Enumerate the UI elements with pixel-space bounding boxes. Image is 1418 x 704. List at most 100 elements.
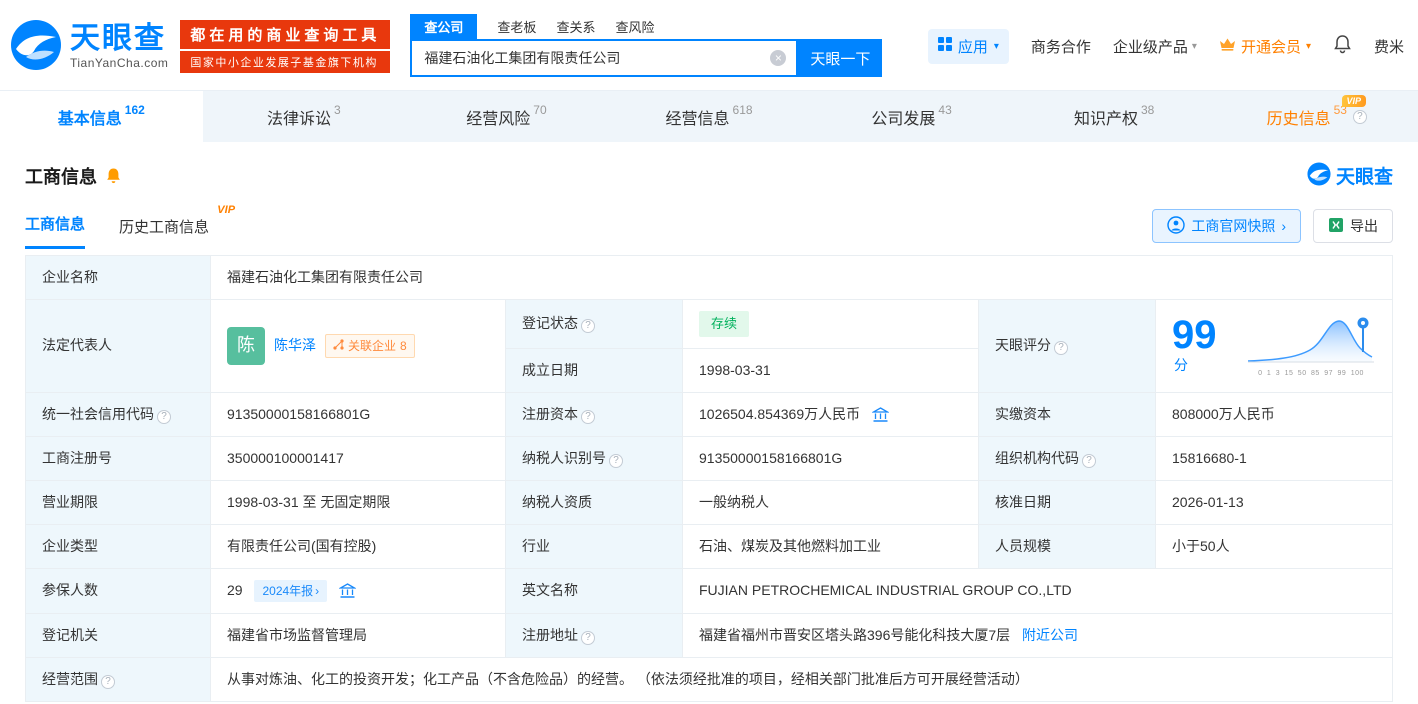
score-value: 99分: [1172, 313, 1217, 374]
search-tab-boss[interactable]: 查老板: [497, 14, 536, 39]
caret-down-icon: ▾: [1191, 40, 1197, 52]
score-cell: 99分 0 1 3 15 50 85 97 99 100: [1155, 299, 1393, 393]
tab-basic-info[interactable]: 基本信息 162: [0, 91, 203, 142]
tab-label: 法律诉讼: [267, 110, 332, 128]
help-icon[interactable]: ?: [101, 674, 115, 689]
tab-operation-info[interactable]: 经营信息 618: [608, 91, 811, 142]
reg-address-value: 福建省福州市晋安区塔头路396号能化科技大厦7层: [699, 626, 1011, 643]
tab-label: 公司发展: [871, 110, 936, 128]
search-tab-relation[interactable]: 查关系: [556, 14, 595, 39]
nav-cooperation[interactable]: 商务合作: [1031, 36, 1091, 57]
brand-watermark: 天眼查: [1307, 162, 1393, 189]
field-label: 企业类型: [25, 523, 211, 569]
business-term-value: 1998-03-31 至 无固定期限: [210, 479, 506, 525]
tab-intellectual-property[interactable]: 知识产权 38: [1013, 91, 1216, 142]
help-icon[interactable]: ?: [581, 630, 595, 645]
subtab-history-business-info[interactable]: VIP 历史工商信息: [119, 204, 235, 249]
tab-count: 3: [334, 103, 341, 117]
field-label: 注册资本?: [505, 391, 683, 437]
table-row: 经营范围? 从事对炼油、化工的投资开发；化工产品（不含危险品）的经营。 （依法须…: [25, 656, 1393, 702]
business-info-table: 企业名称 福建石油化工集团有限责任公司 法定代表人 陈 陈华泽 关联企业 8 登…: [25, 255, 1393, 702]
nearby-companies-link[interactable]: 附近公司: [1022, 627, 1078, 643]
help-icon[interactable]: ?: [581, 409, 595, 424]
apps-menu[interactable]: 应用 ▾: [927, 28, 1009, 64]
subtab-label: 工商信息: [25, 216, 86, 233]
legal-rep-cell: 陈 陈华泽 关联企业 8: [210, 299, 506, 393]
notification-bell-icon[interactable]: [1333, 34, 1352, 58]
logo-subtitle: TianYanCha.com: [70, 55, 169, 70]
bank-icon[interactable]: [872, 407, 889, 423]
search-input[interactable]: [422, 49, 771, 67]
reg-authority-value: 福建省市场监督管理局: [210, 612, 506, 658]
subtab-business-info[interactable]: 工商信息: [25, 213, 86, 249]
header-nav: 应用 ▾ 商务合作 企业级产品 ▾ 开通会员 ▾ 费米: [927, 28, 1404, 64]
insured-count-cell: 29 2024年报 ›: [210, 567, 506, 614]
help-icon[interactable]: ?: [1082, 453, 1096, 468]
tab-legal-litigation[interactable]: 法律诉讼 3: [203, 91, 406, 142]
business-scope-value: 从事对炼油、化工的投资开发；化工产品（不含危险品）的经营。 （依法须经批准的项目…: [210, 656, 1393, 702]
header: 天眼查 TianYanCha.com 都在用的商业查询工具 国家中小企业发展子基…: [0, 0, 1418, 90]
monitor-bell-icon[interactable]: [105, 167, 122, 185]
tab-history-info[interactable]: VIP 历史信息 53 ?: [1215, 91, 1418, 142]
export-label: 导出: [1350, 218, 1378, 234]
link-nodes-icon: [333, 337, 344, 355]
search-box: ×: [410, 39, 799, 77]
paid-capital-value: 808000万人民币: [1155, 391, 1393, 437]
cooperation-label: 商务合作: [1030, 38, 1091, 56]
tab-label: 经营风险: [466, 110, 531, 128]
legal-rep-link[interactable]: 陈华泽: [274, 335, 316, 356]
credit-code-value: 91350000158166801G: [210, 391, 506, 437]
help-icon[interactable]: ?: [609, 453, 623, 468]
field-label: 组织机构代码?: [978, 435, 1156, 481]
reg-number-value: 350000100001417: [210, 435, 506, 481]
field-label: 营业期限: [25, 479, 211, 525]
help-icon[interactable]: ?: [1054, 341, 1068, 356]
field-label: 登记状态?: [505, 299, 683, 349]
help-icon[interactable]: ?: [1352, 109, 1367, 124]
taxpayer-quality-value: 一般纳税人: [682, 479, 979, 525]
establish-date-value: 1998-03-31: [682, 347, 979, 393]
tab-company-development[interactable]: 公司发展 43: [810, 91, 1013, 142]
snapshot-label: 工商官网快照: [1191, 218, 1276, 234]
field-label: 注册地址?: [505, 612, 683, 658]
bank-icon[interactable]: [339, 583, 357, 599]
logo-title: 天眼查: [70, 21, 166, 55]
official-snapshot-button[interactable]: 工商官网快照 ›: [1152, 209, 1301, 243]
apps-label: 应用: [957, 38, 988, 56]
legal-rep-avatar[interactable]: 陈: [227, 326, 265, 365]
username: 费米: [1373, 38, 1404, 56]
tianyancha-logo[interactable]: 天眼查 TianYanCha.com: [10, 19, 168, 74]
open-vip-label: 开通会员: [1240, 38, 1301, 56]
excel-icon: [1328, 217, 1344, 236]
search-tab-company[interactable]: 查公司: [410, 14, 478, 39]
tab-count: 38: [1141, 103, 1155, 117]
table-row: 参保人数 29 2024年报 › 英文名称 FUJIAN PETROCHEMIC…: [25, 567, 1393, 614]
company-type-value: 有限责任公司(国有控股): [210, 523, 506, 569]
subtab-row: 工商信息 VIP 历史工商信息 工商官网快照 › 导出: [25, 204, 1393, 249]
table-row: 企业名称 福建石油化工集团有限责任公司: [25, 255, 1393, 300]
search-block: 查公司 查老板 查关系 查风险 × 天眼一下: [410, 14, 883, 77]
open-vip[interactable]: 开通会员 ▾: [1219, 36, 1311, 57]
nav-enterprise-products[interactable]: 企业级产品 ▾: [1113, 36, 1197, 57]
annual-report-badge[interactable]: 2024年报 ›: [254, 579, 328, 602]
table-row: 登记机关 福建省市场监督管理局 注册地址? 福建省福州市晋安区塔头路396号能化…: [25, 612, 1393, 658]
export-button[interactable]: 导出: [1313, 209, 1393, 243]
related-companies-badge[interactable]: 关联企业 8: [325, 333, 415, 358]
person-circle-icon: [1167, 215, 1186, 237]
annual-report-label: 2024年报: [262, 583, 314, 598]
crown-icon: [1219, 37, 1236, 55]
tab-operation-risk[interactable]: 经营风险 70: [405, 91, 608, 142]
industry-value: 石油、煤炭及其他燃料加工业: [682, 523, 979, 569]
table-row: 统一社会信用代码? 91350000158166801G 注册资本? 10265…: [25, 391, 1393, 437]
score-axis-labels: 0 1 3 15 50 85 97 99 100: [1258, 370, 1364, 377]
search-tab-risk[interactable]: 查风险: [615, 14, 654, 39]
section-header: 工商信息 天眼查: [25, 162, 1393, 189]
section-title: 工商信息: [25, 166, 97, 187]
help-icon[interactable]: ?: [581, 319, 595, 334]
clear-icon[interactable]: ×: [770, 50, 787, 66]
insured-count-value: 29: [227, 581, 243, 598]
help-icon[interactable]: ?: [157, 409, 171, 424]
user-menu[interactable]: 费米: [1374, 36, 1404, 57]
search-button[interactable]: 天眼一下: [798, 39, 883, 77]
search-tabs: 查公司 查老板 查关系 查风险: [410, 14, 882, 39]
